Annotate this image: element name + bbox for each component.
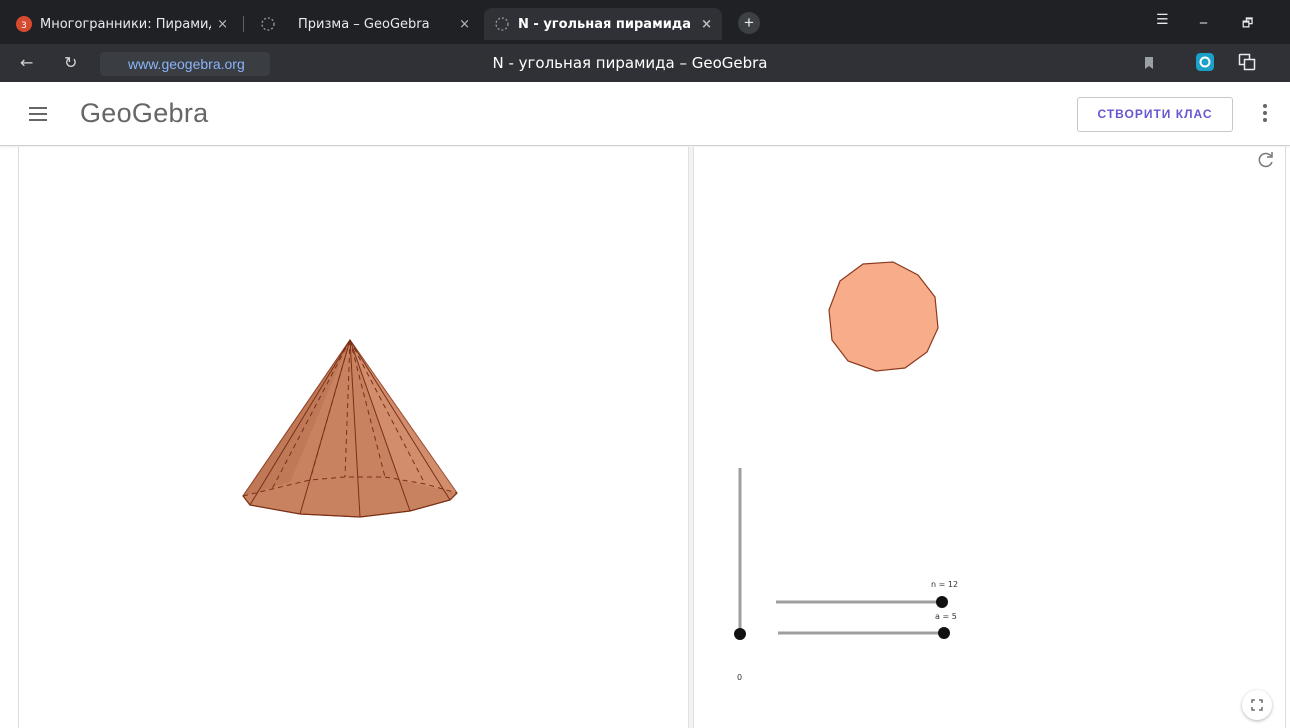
fullscreen-button[interactable] [1242, 690, 1272, 720]
n-slider-handle [936, 596, 948, 608]
geogebra-favicon-icon [261, 17, 275, 31]
vertical-slider-label: 0 [737, 673, 743, 682]
n-slider-label: n = 12 [931, 580, 959, 589]
url-field[interactable]: www.geogebra.org [100, 52, 270, 76]
tab-close-icon[interactable]: × [701, 17, 712, 32]
tab-title: Призма – GeoGebra [298, 16, 430, 32]
new-tab-button[interactable]: + [738, 12, 760, 34]
tab-close-icon[interactable]: × [459, 17, 470, 32]
menu-icon[interactable] [29, 107, 47, 121]
extension-icon[interactable] [1196, 53, 1214, 71]
a-slider-label: a = 5 [935, 612, 957, 621]
browser-menu-icon[interactable]: ☰ [1156, 12, 1169, 28]
fullscreen-icon [1251, 699, 1263, 711]
back-arrow-icon[interactable]: ← [20, 53, 33, 72]
tab-polyhedra[interactable]: 3 Многогранники: Пирамид × [6, 8, 238, 40]
refresh-icon[interactable] [1256, 150, 1276, 170]
slider-group [734, 468, 950, 640]
create-class-button[interactable]: СТВОРИТИ КЛАС [1077, 97, 1233, 132]
tab-separator [243, 16, 244, 32]
tab-close-icon[interactable]: × [217, 17, 228, 32]
restore-button[interactable]: 🗗 [1242, 14, 1253, 35]
geogebra-logo[interactable]: GeoGebra [80, 98, 208, 129]
tab-title: Многогранники: Пирамид [40, 16, 212, 32]
pyramid-3d-shape[interactable] [230, 330, 470, 530]
a-slider-handle [938, 627, 950, 639]
tab-pyramid-active[interactable]: N - угольная пирамида – Ge × [484, 8, 722, 40]
bookmark-icon[interactable] [1142, 56, 1156, 70]
tab-prism[interactable]: Призма – GeoGebra × [250, 8, 480, 40]
geogebra-favicon-icon [495, 17, 509, 31]
translate-icon[interactable] [1238, 53, 1256, 71]
dodecagon-base-shape[interactable] [820, 255, 945, 380]
browser-page-title: N - угольная пирамида – GeoGebra [492, 54, 768, 72]
minimize-button[interactable]: _ [1200, 8, 1207, 24]
vertical-slider-handle [734, 628, 746, 640]
more-options-icon[interactable] [1258, 104, 1272, 124]
tab-title: N - угольная пирамида – Ge [518, 16, 695, 32]
site-favicon-icon: 3 [16, 16, 32, 32]
svg-text:3: 3 [21, 21, 27, 31]
reload-icon[interactable]: ↻ [64, 53, 77, 72]
